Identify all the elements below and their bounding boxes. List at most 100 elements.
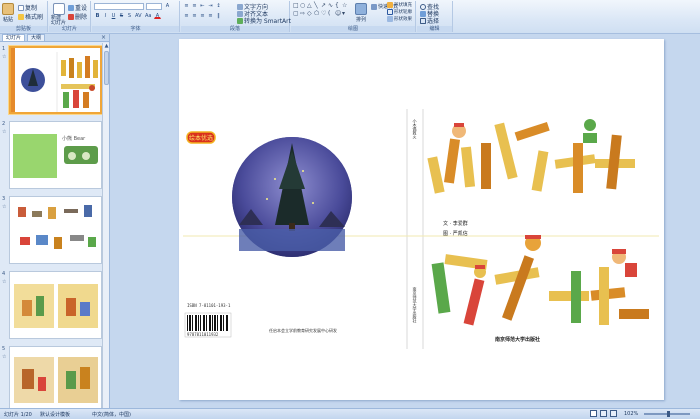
paste-button[interactable]: 粘贴 — [2, 3, 14, 23]
strikethrough-button[interactable]: S — [118, 13, 125, 19]
zoom-slider-thumb[interactable] — [667, 411, 670, 417]
align-center-button[interactable]: ≡ — [191, 13, 198, 19]
bracket-shape-icon[interactable]: ( — [328, 11, 330, 17]
copy-icon — [18, 4, 24, 11]
animation-star-icon: ☆ — [2, 54, 7, 60]
grow-font-button[interactable]: A — [164, 3, 171, 9]
slide-thumbnail-4[interactable] — [9, 271, 102, 339]
thumbnail-row[interactable]: 2 ☆ 小熊 Bear — [0, 119, 103, 191]
thumbnail-art — [14, 357, 98, 403]
reset-button[interactable]: 重设 — [68, 3, 87, 12]
current-slide[interactable]: 绘本优选 ISBN 7-81101-193-1 9787811011932 任启… — [179, 39, 664, 400]
thumbnail-scrollbar[interactable]: ▲ — [102, 43, 109, 408]
smiley-shape-icon[interactable]: ☺ — [335, 11, 341, 17]
shape-effects-icon — [387, 16, 393, 22]
font-name-combo[interactable] — [94, 3, 144, 10]
change-case-button[interactable]: Aa — [144, 13, 151, 19]
font-size-combo[interactable] — [146, 3, 162, 10]
char-spacing-button[interactable]: AV — [134, 13, 142, 19]
rounded-rect-shape-icon[interactable]: ▢ — [293, 11, 299, 17]
arrow-shape-icon[interactable]: ↗ — [321, 3, 326, 9]
clipboard-group: 粘贴 复制 格式刷 剪贴板 — [0, 1, 48, 32]
columns-button[interactable]: ‖ — [215, 13, 222, 19]
curve-shape-icon[interactable]: ∿ — [328, 3, 333, 9]
format-painter-button[interactable]: 格式刷 — [18, 12, 43, 21]
convert-smartart-button[interactable]: 转换为 SmartArt — [237, 16, 291, 25]
language-indicator[interactable]: 中文(简体，中国) — [92, 411, 131, 418]
smartart-icon — [237, 17, 243, 24]
justify-button[interactable]: ≡ — [207, 13, 214, 19]
new-slide-button[interactable]: 新建 幻灯片 — [51, 3, 66, 26]
brace-shape-icon[interactable]: { — [335, 3, 339, 9]
shape-fill-icon — [387, 2, 393, 8]
clipboard-group-label: 剪贴板 — [0, 26, 47, 32]
slide-number: 3 — [2, 196, 6, 202]
slides-group: 新建 幻灯片 重设 删除 幻灯片 — [49, 1, 91, 32]
numbering-button[interactable]: ≡ — [191, 3, 198, 9]
align-right-button[interactable]: ≡ — [199, 13, 206, 19]
pentagon-shape-icon[interactable]: ⬠ — [314, 11, 319, 17]
bold-button[interactable]: B — [94, 13, 101, 19]
callout-shape-icon[interactable]: ◇ — [307, 11, 312, 17]
theme-name[interactable]: 默认设计模板 — [40, 411, 70, 418]
quick-styles-icon — [371, 3, 377, 10]
thumbnail-row[interactable]: 1 ☆ — [0, 44, 103, 116]
scroll-up-icon[interactable]: ▲ — [103, 43, 110, 50]
slide-thumbnail-2[interactable]: 小熊 Bear — [9, 121, 102, 189]
shapes-gallery[interactable]: □ ○ △ ╲ ↗ ∿ { ☆ ▢ ⇨ ◇ ⬠ ♡ ( ☺ ▾ — [293, 3, 353, 23]
series-badge: 绘本优选 — [189, 134, 213, 142]
increase-indent-button[interactable]: ⇥ — [207, 3, 214, 9]
zoom-level[interactable]: 102% — [624, 411, 638, 417]
triangle-shape-icon[interactable]: △ — [307, 3, 312, 9]
tab-slides[interactable]: 幻灯片 — [2, 34, 26, 41]
thumbnail-list: 1 ☆ 2 ☆ 小熊 Bear 3 ☆ 4 ☆ 5 ☆ — [0, 43, 103, 408]
align-left-button[interactable]: ≡ — [183, 13, 190, 19]
slide-number: 2 — [2, 121, 6, 127]
slide-sorter-icon[interactable] — [600, 410, 607, 417]
slide-thumbnail-1[interactable] — [9, 46, 102, 114]
line-spacing-button[interactable]: ↕ — [215, 3, 222, 9]
star-shape-icon[interactable]: ☆ — [342, 3, 347, 9]
delete-slide-button[interactable]: 删除 — [68, 12, 87, 21]
drawing-group: □ ○ △ ╲ ↗ ∿ { ☆ ▢ ⇨ ◇ ⬠ ♡ ( ☺ ▾ 排列 快速样式 … — [291, 1, 416, 32]
more-shapes-icon[interactable]: ▾ — [342, 11, 345, 17]
rectangle-shape-icon[interactable]: □ — [293, 3, 299, 9]
decrease-indent-button[interactable]: ⇤ — [199, 3, 206, 9]
shadow-button[interactable]: S — [126, 13, 133, 19]
thumbnail-title: 小熊 Bear — [62, 135, 86, 142]
shape-fill-button[interactable]: 形状填充 — [387, 2, 412, 8]
copy-button[interactable]: 复制 — [18, 3, 37, 12]
normal-view-icon[interactable] — [590, 410, 597, 417]
right-arrow-shape-icon[interactable]: ⇨ — [300, 11, 305, 17]
arrange-icon — [355, 3, 367, 15]
thumbnail-row[interactable]: 3 ☆ — [0, 194, 103, 266]
slide-thumbnail-5[interactable] — [9, 346, 102, 408]
thumbnail-cover-art — [11, 48, 98, 112]
thumbnail-row[interactable]: 4 ☆ — [0, 269, 103, 341]
italic-button[interactable]: I — [102, 13, 109, 19]
select-button[interactable]: 选择 — [420, 16, 439, 25]
bullets-button[interactable]: ≡ — [183, 3, 190, 9]
shape-outline-button[interactable]: 形状轮廓 — [387, 9, 412, 15]
slide-thumbnail-3[interactable] — [9, 196, 102, 264]
heart-shape-icon[interactable]: ♡ — [321, 11, 326, 17]
thumbnail-row[interactable]: 5 ☆ — [0, 344, 103, 408]
scrollbar-thumb[interactable] — [104, 51, 109, 85]
line-shape-icon[interactable]: ╲ — [314, 3, 318, 9]
thumbnail-art — [14, 284, 98, 328]
close-icon[interactable]: × — [101, 34, 106, 41]
oval-shape-icon[interactable]: ○ — [300, 3, 305, 9]
shape-effects-button[interactable]: 形状效果 — [387, 16, 412, 22]
paragraph-group-label: 段落 — [181, 26, 289, 32]
tab-outline[interactable]: 大纲 — [27, 34, 46, 41]
arrange-button[interactable]: 排列 — [355, 3, 367, 23]
underline-button[interactable]: U — [110, 13, 117, 19]
publisher-name: 南京师范大学出版社 — [495, 336, 540, 343]
slideshow-icon[interactable] — [610, 410, 617, 417]
animation-star-icon: ☆ — [2, 354, 7, 360]
status-bar: 幻灯片 1/20 默认设计模板 中文(简体，中国) 102% — [0, 408, 700, 419]
thumbnail-art — [18, 205, 96, 249]
font-color-button[interactable]: A — [154, 13, 161, 19]
thumbnail-art: 小熊 Bear — [13, 134, 98, 178]
font-group: A B I U S S AV Aa A 字体 — [92, 1, 180, 32]
